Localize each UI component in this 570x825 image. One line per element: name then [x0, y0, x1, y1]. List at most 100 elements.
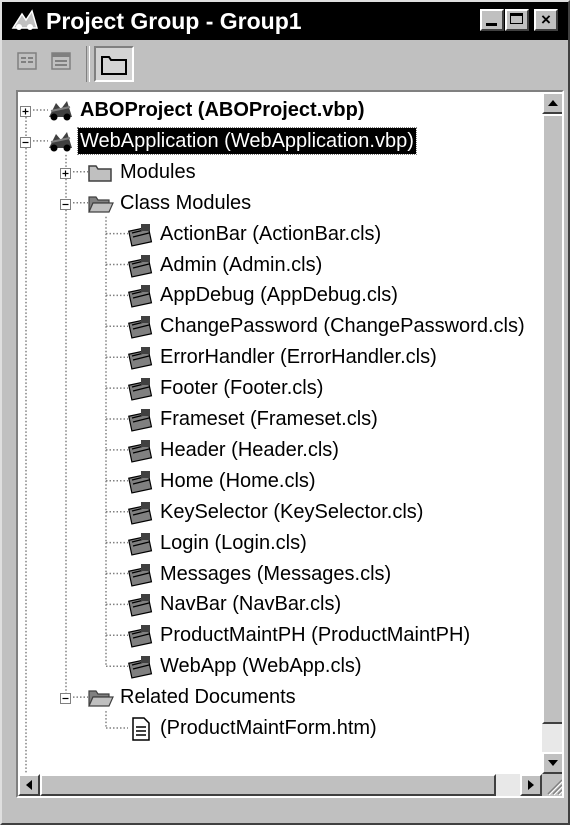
- tree-node-label: Home (Home.cls): [160, 469, 316, 492]
- project-tree[interactable]: ABOProject (ABOProject.vbp) WebApplicatio…: [16, 90, 564, 798]
- project-group-icon: [11, 9, 39, 30]
- tree-node[interactable]: (ProductMaintForm.htm): [18, 713, 542, 743]
- tree-node[interactable]: Header (Header.cls): [18, 435, 542, 465]
- tree-node[interactable]: Admin (Admin.cls): [18, 250, 542, 280]
- vertical-scroll-thumb[interactable]: [542, 114, 562, 724]
- tree-node[interactable]: KeySelector (KeySelector.cls): [18, 497, 542, 527]
- arrow-down-icon: [548, 760, 558, 766]
- toggle-folders-button[interactable]: [94, 46, 134, 82]
- tree-node[interactable]: Class Modules: [18, 188, 542, 218]
- tree-node[interactable]: AppDebug (AppDebug.cls): [18, 280, 542, 310]
- tree-node[interactable]: ABOProject (ABOProject.vbp): [18, 95, 542, 125]
- tree-node[interactable]: Frameset (Frameset.cls): [18, 404, 542, 434]
- tree-node-label: ABOProject (ABOProject.vbp): [80, 99, 365, 121]
- tree-node[interactable]: WebApplication (WebApplication.vbp): [18, 126, 542, 156]
- maximize-button[interactable]: [505, 9, 529, 31]
- tree-node-label: ProductMaintPH (ProductMaintPH): [160, 624, 471, 647]
- view-form-button[interactable]: [48, 48, 78, 78]
- class-module-icon: [126, 591, 154, 618]
- tree-node-label: KeySelector (KeySelector.cls): [160, 500, 424, 523]
- folder-open-icon: [86, 684, 114, 710]
- horizontal-scrollbar[interactable]: [18, 774, 542, 796]
- toolbar: [2, 40, 568, 88]
- close-button[interactable]: ×: [534, 9, 558, 31]
- horizontal-scroll-thumb[interactable]: [40, 774, 496, 796]
- class-module-icon: [126, 499, 154, 525]
- tree-node-label: Class Modules: [120, 191, 252, 214]
- class-module-icon: [126, 622, 154, 648]
- view-object-button[interactable]: [14, 48, 44, 78]
- class-module-icon: [126, 653, 154, 679]
- class-module-icon: [126, 468, 154, 494]
- maximize-icon: [510, 13, 523, 24]
- tree-node[interactable]: Login (Login.cls): [18, 528, 542, 558]
- arrow-left-icon: [26, 780, 32, 790]
- class-module-icon: [126, 252, 154, 278]
- tree-node[interactable]: Messages (Messages.cls): [18, 559, 542, 589]
- folder-open-icon: [86, 190, 114, 216]
- tree-node-label: AppDebug (AppDebug.cls): [160, 284, 398, 307]
- class-module-icon: [126, 530, 154, 556]
- class-module-icon: [126, 375, 154, 401]
- tree-node-label: ChangePassword (ChangePassword.cls): [160, 315, 525, 338]
- tree-node[interactable]: NavBar (NavBar.cls): [18, 589, 542, 619]
- folder-closed-icon: [86, 159, 114, 185]
- scroll-right-button[interactable]: [520, 774, 542, 796]
- project-icon: [46, 128, 74, 154]
- arrow-up-icon: [548, 100, 558, 106]
- tree-node-label: Frameset (Frameset.cls): [160, 408, 378, 430]
- tree-node-label: ActionBar (ActionBar.cls): [160, 222, 382, 245]
- tree-node[interactable]: Modules: [18, 157, 542, 187]
- expand-icon[interactable]: [20, 104, 31, 117]
- expand-icon[interactable]: [60, 166, 71, 179]
- tree-node-label: (ProductMaintForm.htm): [160, 717, 377, 739]
- minimize-button[interactable]: [480, 9, 504, 31]
- size-grip-icon: [547, 779, 562, 796]
- tree-node-label: Login (Login.cls): [160, 531, 307, 554]
- tree-viewport: ABOProject (ABOProject.vbp) WebApplicatio…: [18, 92, 542, 774]
- collapse-icon[interactable]: [60, 197, 71, 210]
- class-module-icon: [126, 313, 154, 339]
- class-module-icon: [126, 437, 154, 463]
- tree-node-label: WebApplication (WebApplication.vbp): [77, 126, 417, 155]
- tree-node-label: Related Documents: [120, 686, 296, 709]
- scroll-up-button[interactable]: [542, 92, 562, 114]
- project-explorer-window: Project Group - Group1 × ABOProject (ABO…: [0, 0, 570, 825]
- document-icon: [126, 715, 154, 741]
- tree-node[interactable]: Related Documents: [18, 682, 542, 712]
- class-module-icon: [126, 221, 154, 247]
- tree-node[interactable]: WebApp (WebApp.cls): [18, 651, 542, 681]
- scroll-left-button[interactable]: [18, 774, 40, 796]
- tree-node[interactable]: ChangePassword (ChangePassword.cls): [18, 311, 542, 341]
- tree-node[interactable]: ActionBar (ActionBar.cls): [18, 219, 542, 249]
- tree-node-label: WebApp (WebApp.cls): [160, 655, 362, 678]
- tree-node[interactable]: Footer (Footer.cls): [18, 373, 542, 403]
- close-icon: ×: [541, 10, 551, 29]
- tree-node-label: Header (Header.cls): [160, 438, 339, 461]
- title-bar[interactable]: Project Group - Group1 ×: [2, 2, 568, 40]
- class-module-icon: [126, 561, 154, 587]
- project-icon: [46, 97, 74, 123]
- toolbar-separator: [86, 46, 90, 82]
- class-module-icon: [126, 282, 154, 309]
- vertical-scrollbar[interactable]: [542, 92, 562, 774]
- class-module-icon: [126, 344, 154, 370]
- folder-icon: [101, 56, 127, 75]
- tree-node-label: Messages (Messages.cls): [160, 562, 392, 585]
- tree-node-label: NavBar (NavBar.cls): [160, 593, 342, 616]
- size-grip[interactable]: [542, 774, 562, 796]
- tree-node-label: Footer (Footer.cls): [160, 377, 324, 400]
- view-object-icon: [17, 52, 37, 70]
- arrow-right-icon: [528, 780, 534, 790]
- tree-node[interactable]: ProductMaintPH (ProductMaintPH): [18, 620, 542, 650]
- tree-node[interactable]: ErrorHandler (ErrorHandler.cls): [18, 342, 542, 372]
- window-title: Project Group - Group1: [46, 8, 302, 34]
- tree-node[interactable]: Home (Home.cls): [18, 466, 542, 496]
- collapse-icon[interactable]: [60, 691, 71, 705]
- tree-node-label: Modules: [120, 160, 196, 183]
- minimize-icon: [486, 23, 497, 26]
- scroll-down-button[interactable]: [542, 752, 562, 774]
- view-form-icon: [51, 52, 71, 70]
- collapse-icon[interactable]: [20, 135, 31, 148]
- tree-node-label: ErrorHandler (ErrorHandler.cls): [160, 346, 437, 369]
